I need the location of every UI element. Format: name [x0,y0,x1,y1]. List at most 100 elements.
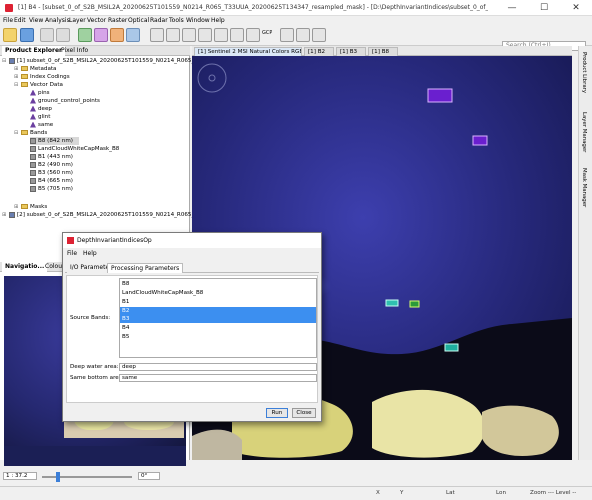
select-tool-icon[interactable] [150,28,164,42]
world-map-icon[interactable] [126,28,140,42]
menu-optical[interactable]: Optical [128,16,149,26]
menu-bar: File Edit View Analysis Layer Vector Ras… [0,16,592,26]
menu-view[interactable]: View [29,16,43,26]
view-tabbar: [1] Sentinel 2 MSI Natural Colors RGB [1… [192,46,572,56]
menu-file[interactable]: File [3,16,13,26]
menu-vector[interactable]: Vector [87,16,106,26]
dialog-menu-file[interactable]: File [67,250,77,257]
collapse-icon[interactable]: ⊟ [14,81,19,89]
tree-bands[interactable]: ⊟ Bands [14,129,47,137]
close-button[interactable]: ✕ [560,0,592,16]
gcp-label[interactable]: GCP [262,30,272,36]
folder-icon [21,204,28,209]
dialog-menu-help[interactable]: Help [83,250,97,257]
spectrum-icon[interactable] [110,28,124,42]
tree-band-b3[interactable]: B3 (560 nm) [30,169,73,177]
tree-vector-glint[interactable]: glint [30,113,50,121]
status-lon: Lon [496,490,506,496]
tree-vector-same[interactable]: same [30,121,53,129]
tree-product-1[interactable]: ⊟ [1] subset_0_of_S2B_MSIL2A_20200625T101… [2,57,213,65]
run-button[interactable]: Run [266,408,288,418]
tree-product-2[interactable]: ⊞ [2] subset_0_of_S2B_MSIL2A_20200625T101… [2,211,213,219]
vector-icon [30,89,36,96]
product-icon [9,57,15,64]
menu-window[interactable]: Window [186,16,210,26]
product-library-tab[interactable]: Product Library [581,52,587,93]
tab-pixel-info[interactable]: Pixel Info [58,46,91,56]
tree-band-b5[interactable]: B5 (705 nm) [30,185,73,193]
dialog-title: DepthInvariantIndicesOp [77,237,152,244]
menu-layer[interactable]: Layer [69,16,86,26]
redo-icon[interactable] [56,28,70,42]
graph-builder-icon[interactable] [312,28,326,42]
time-series-icon[interactable] [94,28,108,42]
draw-polygon-icon[interactable] [230,28,244,42]
tree-band-b2[interactable]: B2 (490 nm) [30,161,73,169]
band-option-b1[interactable]: B1 [120,298,316,306]
tab-view-rgb[interactable]: [1] Sentinel 2 MSI Natural Colors RGB [194,47,302,56]
rotation-field[interactable]: 0° [138,472,160,480]
undo-icon[interactable] [40,28,54,42]
mask-manager-tab[interactable]: Mask Manager [581,168,587,207]
close-dialog-button[interactable]: Close [292,408,316,418]
same-bottom-field[interactable]: same [119,374,317,382]
minimize-button[interactable]: — [496,0,528,16]
tree-vector-gcp[interactable]: ground_control_points [30,97,100,105]
deep-water-field[interactable]: deep [119,363,317,371]
pan-tool-icon[interactable] [166,28,180,42]
draw-rectangle-icon[interactable] [246,28,260,42]
menu-radar[interactable]: Radar [150,16,168,26]
tab-view-b3[interactable]: [1] B3 [336,47,366,56]
collapse-icon[interactable]: ⊟ [2,57,7,65]
draw-line-icon[interactable] [214,28,228,42]
zoom-factor-field[interactable]: 1 : 37.2 [3,472,37,480]
band-maths-icon[interactable] [78,28,92,42]
tree-vector-pins[interactable]: pins [30,89,50,97]
zoom-slider-thumb[interactable] [56,472,60,482]
expand-icon[interactable]: ⊞ [14,65,19,73]
tab-navigation[interactable]: Navigatio... [2,262,48,272]
band-option-b2[interactable]: B2 [120,307,316,315]
tab-processing-parameters[interactable]: Processing Parameters [107,263,184,273]
tree-vector-data[interactable]: ⊟ Vector Data [14,81,63,89]
menu-raster[interactable]: Raster [108,16,127,26]
band-option-b8[interactable]: B8 [120,280,316,288]
tree-index-codings[interactable]: ⊞ Index Codings [14,73,70,81]
tree-metadata[interactable]: ⊞ Metadata [14,65,57,73]
menu-tools[interactable]: Tools [169,16,184,26]
layer-manager-tab[interactable]: Layer Manager [581,112,587,152]
tab-view-b8[interactable]: [1] B8 [368,47,398,56]
band-icon [30,169,36,176]
tree-vector-deep[interactable]: deep [30,105,52,113]
expand-icon[interactable]: ⊞ [2,211,7,219]
magic-wand-icon[interactable] [296,28,310,42]
tree-band-b8[interactable]: B8 (842 nm) [30,137,79,145]
tree-masks[interactable]: ⊞ Masks [14,203,47,211]
range-finder-icon[interactable] [280,28,294,42]
tree-band-mask[interactable]: LandCloudWhiteCapMask_B8 [30,145,119,153]
status-y: Y [400,490,404,496]
band-option-b5[interactable]: B5 [120,333,316,341]
title-bar: [1] B4 - [subset_0_of_S2B_MSIL2A_2020062… [0,0,592,16]
band-option-b4[interactable]: B4 [120,324,316,332]
band-option-mask[interactable]: LandCloudWhiteCapMask_B8 [120,289,316,297]
vector-icon [30,121,36,128]
tab-product-explorer[interactable]: Product Explorer [2,46,65,56]
pin-tool-icon[interactable] [198,28,212,42]
menu-analysis[interactable]: Analysis [45,16,70,26]
open-product-icon[interactable] [3,28,17,42]
band-option-b3[interactable]: B3 [120,315,316,323]
source-bands-list[interactable]: B8 LandCloudWhiteCapMask_B8 B1 B2 B3 B4 … [119,278,317,358]
maximize-button[interactable]: ☐ [528,0,560,16]
tab-view-b2[interactable]: [1] B2 [304,47,334,56]
menu-help[interactable]: Help [211,16,225,26]
tree-band-b4[interactable]: B4 (665 nm) [30,177,73,185]
tree-band-b1[interactable]: B1 (443 nm) [30,153,73,161]
expand-icon[interactable]: ⊞ [14,203,19,211]
collapse-icon[interactable]: ⊟ [14,129,19,137]
zoom-tool-icon[interactable] [182,28,196,42]
menu-edit[interactable]: Edit [14,16,26,26]
expand-icon[interactable]: ⊞ [14,73,19,81]
processing-parameters-panel: Source Bands: B8 LandCloudWhiteCapMask_B… [66,275,318,403]
save-product-icon[interactable] [20,28,34,42]
